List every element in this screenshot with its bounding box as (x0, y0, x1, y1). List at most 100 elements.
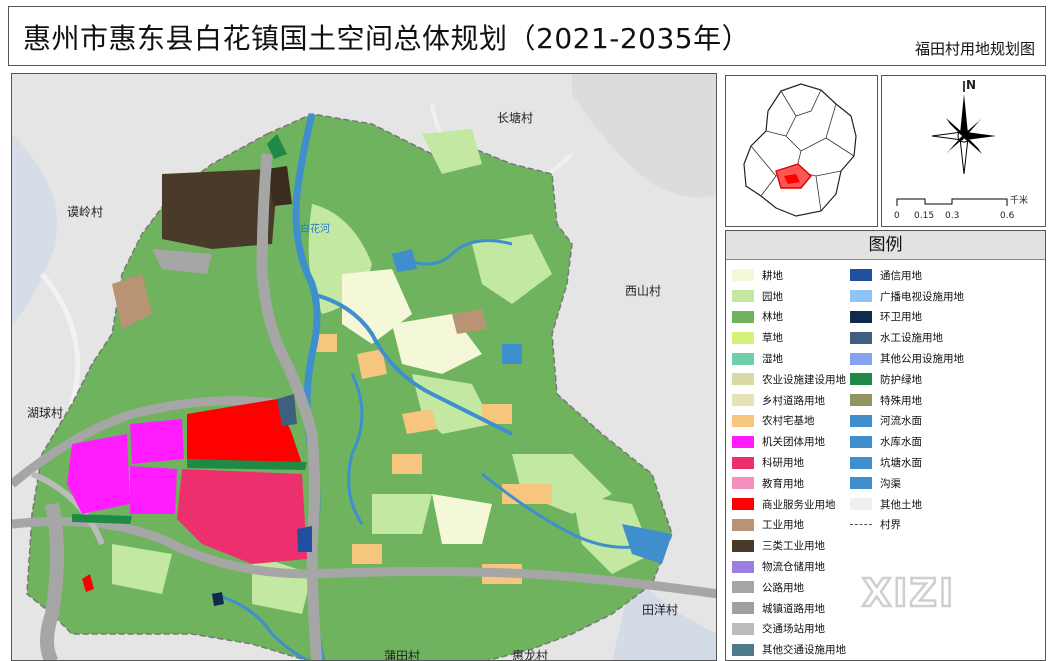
legend-swatch (732, 394, 754, 407)
legend-swatch (732, 498, 754, 511)
scale-bar (896, 198, 1008, 206)
legend-label: 广播电视设施用地 (880, 290, 964, 303)
legend-title: 图例 (726, 231, 1045, 260)
legend-label: 教育用地 (762, 477, 804, 490)
village-label-changtang: 长塘村 (497, 110, 533, 125)
legend-swatch (850, 524, 872, 526)
legend-swatch (732, 622, 754, 635)
north-arrow-compass: N 0 0.15 0.3 0.6 千米 (894, 78, 1028, 221)
legend-swatch (732, 435, 754, 448)
legend-item: 交通场站用地 (732, 619, 882, 640)
pond-2 (502, 344, 522, 364)
legend-label: 公路用地 (762, 581, 804, 594)
legend-label: 耕地 (762, 269, 783, 282)
legend-label: 机关团体用地 (762, 436, 825, 449)
village-label-huqiu: 湖球村 (27, 405, 63, 420)
legend-swatch (732, 477, 754, 490)
legend-swatch (732, 581, 754, 594)
legend-label: 沟渠 (880, 477, 901, 490)
legend-swatch (732, 290, 754, 303)
scale-tick-2: 0.3 (945, 211, 959, 221)
legend-label: 特殊用地 (880, 394, 922, 407)
village-label-xishan: 西山村 (625, 284, 661, 298)
village-label-dongxi: 惠龙村 (512, 649, 548, 661)
village-label-tianyang: 田洋村 (642, 602, 678, 617)
scale-unit: 千米 (1010, 194, 1028, 206)
legend-swatch (850, 477, 872, 490)
legend-swatch (850, 290, 872, 303)
legend-swatch (850, 498, 872, 511)
legend-swatch (732, 373, 754, 386)
legend-swatch (850, 269, 872, 282)
legend-swatch (850, 456, 872, 469)
village-label-puti: 蒲田村 (384, 649, 420, 661)
legend-item: 村界 (850, 515, 1040, 536)
legend-swatch (732, 352, 754, 365)
legend-label: 农村宅基地 (762, 415, 815, 428)
legend-label: 农业设施建设用地 (762, 373, 846, 386)
legend-item: 环卫用地 (850, 307, 1040, 328)
north-arrow-scale-panel: N 0 0.15 0.3 0.6 千米 (881, 75, 1046, 227)
orchard-patch-7 (372, 494, 432, 534)
scale-tick-3: 0.6 (1000, 211, 1015, 221)
legend-item: 广播电视设施用地 (850, 286, 1040, 307)
legend-label: 村界 (880, 519, 901, 532)
legend-swatch (850, 310, 872, 323)
legend-swatch (732, 456, 754, 469)
village-label-wuling: 谟岭村 (67, 205, 103, 219)
legend-swatch (732, 560, 754, 573)
legend-item: 通信用地 (850, 265, 1040, 286)
legend-swatch (732, 331, 754, 344)
legend-label: 城镇道路用地 (762, 602, 825, 615)
north-arrow-point (960, 94, 968, 138)
legend-item: 其他公用设施用地 (850, 348, 1040, 369)
legend-swatch (850, 414, 872, 427)
legend-label: 其他土地 (880, 498, 922, 511)
legend-label: 湿地 (762, 353, 783, 366)
legend-label: 环卫用地 (880, 311, 922, 324)
legend-label: 商业服务业用地 (762, 498, 836, 511)
map-subtitle: 福田村用地规划图 (914, 40, 1035, 58)
legend-item: 三类工业用地 (732, 535, 882, 556)
river-label-baihua: 白花河 (300, 222, 330, 235)
legend-item: 坑塘水面 (850, 452, 1040, 473)
legend-swatch (850, 394, 872, 407)
legend-label: 乡村道路用地 (762, 394, 825, 407)
legend-item: 防护绿地 (850, 369, 1040, 390)
legend-column-2: 通信用地广播电视设施用地 环卫用地水工设施用地其他公用设施用地 防护绿地特殊用地河流… (850, 265, 1040, 535)
homestead-7 (352, 544, 382, 564)
legend-label: 工业用地 (762, 519, 804, 532)
legend-swatch (732, 602, 754, 615)
legend-item: 沟渠 (850, 473, 1040, 494)
locator-map (725, 75, 878, 227)
legend-label: 交通场站用地 (762, 623, 825, 636)
legend-label: 通信用地 (880, 269, 922, 282)
watermark-text: XIZI (862, 571, 955, 614)
legend-swatch (732, 414, 754, 427)
map-title: 惠州市惠东县白花镇国土空间总体规划（2021-2035年） (23, 22, 751, 55)
legend-label: 其他公用设施用地 (880, 353, 964, 366)
utility-plot (297, 526, 312, 552)
legend-label: 三类工业用地 (762, 540, 825, 553)
legend-label: 防护绿地 (880, 373, 922, 386)
scale-tick-0: 0 (894, 211, 900, 221)
scale-tick-1: 0.15 (914, 211, 934, 221)
legend-item: 河流水面 (850, 411, 1040, 432)
legend-label: 物流仓储用地 (762, 561, 825, 574)
legend-label: 园地 (762, 290, 783, 303)
legend-item: 水工设施用地 (850, 327, 1040, 348)
legend-swatch (732, 310, 754, 323)
map-view[interactable]: 长塘村 谟岭村 西山村 湖球村 田洋村 蒲田村 惠龙村 白花河 (11, 73, 717, 661)
legend-label: 林地 (762, 311, 783, 324)
legend-swatch (850, 373, 872, 386)
legend-label: 河流水面 (880, 415, 922, 428)
legend-label: 水库水面 (880, 436, 922, 449)
legend-swatch (732, 643, 754, 656)
legend-item: 水库水面 (850, 431, 1040, 452)
government-block-1 (67, 434, 130, 514)
legend-label: 其他交通设施用地 (762, 644, 846, 657)
legend-swatch (850, 435, 872, 448)
homestead-5 (392, 454, 422, 474)
title-bar: 惠州市惠东县白花镇国土空间总体规划（2021-2035年） 福田村用地规划图 (8, 6, 1046, 66)
government-block-2 (130, 419, 184, 464)
